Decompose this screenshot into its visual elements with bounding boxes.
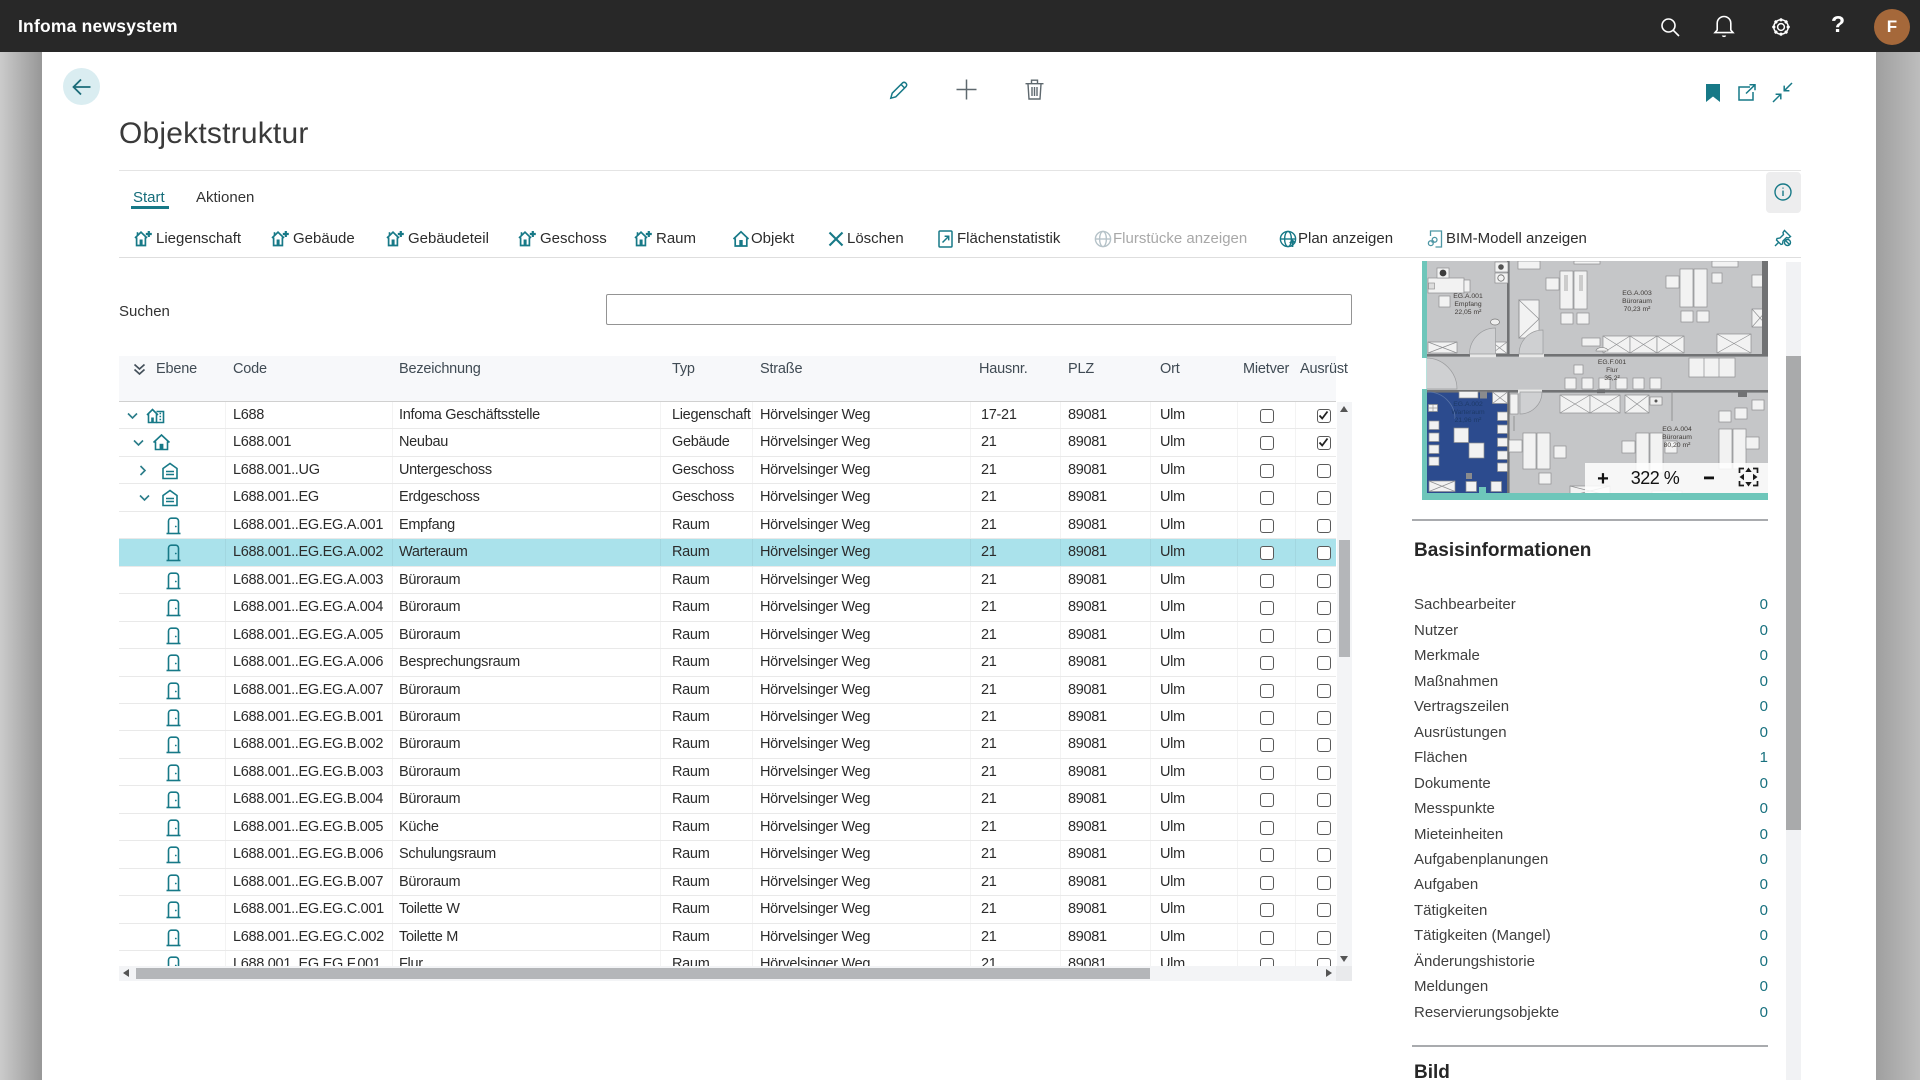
svg-text:+: + [1597, 468, 1609, 490]
svg-text:Warteraum: Warteraum [1451, 409, 1485, 416]
svg-text:Büroraum: Büroraum [1662, 434, 1692, 441]
svg-text:EG.A.002: EG.A.002 [1453, 401, 1483, 408]
svg-text:Flur: Flur [1606, 367, 1618, 374]
svg-text:EG.F.001: EG.F.001 [1598, 359, 1627, 366]
svg-text:21,96 m²: 21,96 m² [1455, 417, 1483, 424]
svg-text:70,23 m²: 70,23 m² [1624, 306, 1652, 313]
svg-text:Büroraum: Büroraum [1622, 298, 1652, 305]
svg-text:EG.A.004: EG.A.004 [1662, 426, 1692, 433]
svg-text:80,20 m²: 80,20 m² [1664, 442, 1692, 449]
svg-text:Empfang: Empfang [1454, 301, 1481, 308]
svg-text:EG.A.003: EG.A.003 [1622, 290, 1652, 297]
svg-text:35,2²: 35,2² [1604, 375, 1620, 382]
svg-text:322 %: 322 % [1631, 468, 1680, 488]
svg-text:EG.A.001: EG.A.001 [1453, 293, 1483, 300]
svg-text:22,05 m²: 22,05 m² [1455, 309, 1483, 316]
